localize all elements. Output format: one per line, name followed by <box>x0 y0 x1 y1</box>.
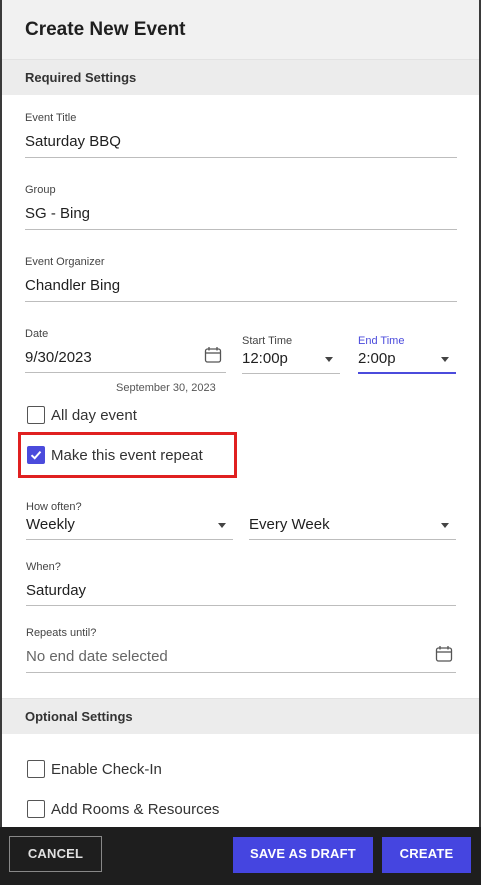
repeats-until-label: Repeats until? <box>26 627 97 639</box>
how-often-select[interactable]: Weekly <box>26 516 75 533</box>
date-label: Date <box>25 328 49 340</box>
how-often-caret-icon[interactable] <box>218 523 226 528</box>
end-time-select[interactable]: 2:00p <box>358 350 396 367</box>
event-title-label: Event Title <box>25 112 77 124</box>
date-input[interactable]: 9/30/2023 <box>25 349 92 366</box>
repeats-until-underline <box>26 672 456 673</box>
organizer-input[interactable]: Chandler Bing <box>25 277 120 294</box>
rooms-label[interactable]: Add Rooms & Resources <box>51 801 219 818</box>
end-time-underline <box>358 372 456 374</box>
organizer-label: Event Organizer <box>25 256 105 268</box>
calendar-icon[interactable] <box>204 346 222 364</box>
rooms-checkbox[interactable] <box>27 800 45 818</box>
interval-select[interactable]: Every Week <box>249 516 330 533</box>
start-time-underline <box>242 373 340 374</box>
group-input[interactable]: SG - Bing <box>25 205 90 222</box>
start-time-select[interactable]: 12:00p <box>242 350 288 367</box>
group-underline <box>25 229 457 230</box>
required-settings-header: Required Settings <box>2 59 479 95</box>
when-label: When? <box>26 561 61 573</box>
how-often-underline <box>26 539 233 540</box>
how-often-label: How often? <box>26 501 82 513</box>
group-label: Group <box>25 184 56 196</box>
all-day-checkbox[interactable] <box>27 406 45 424</box>
start-time-caret-icon[interactable] <box>325 357 333 362</box>
when-underline <box>26 605 456 606</box>
all-day-label[interactable]: All day event <box>51 407 137 424</box>
dialog-title: Create New Event <box>25 19 186 40</box>
interval-caret-icon[interactable] <box>441 523 449 528</box>
create-button[interactable]: CREATE <box>382 837 471 873</box>
date-hint: September 30, 2023 <box>116 382 216 394</box>
optional-settings-label: Optional Settings <box>25 709 133 724</box>
interval-underline <box>249 539 456 540</box>
dialog-footer: CANCEL SAVE AS DRAFT CREATE <box>0 827 481 885</box>
cancel-button[interactable]: CANCEL <box>9 836 102 872</box>
check-in-checkbox[interactable] <box>27 760 45 778</box>
save-as-draft-button[interactable]: SAVE AS DRAFT <box>233 837 373 873</box>
repeat-label[interactable]: Make this event repeat <box>51 447 203 464</box>
create-event-dialog: Create New Event Required Settings Event… <box>2 0 479 885</box>
check-in-label[interactable]: Enable Check-In <box>51 761 162 778</box>
date-underline <box>25 372 226 373</box>
end-time-caret-icon[interactable] <box>441 357 449 362</box>
required-settings-label: Required Settings <box>25 70 137 85</box>
repeats-until-input[interactable]: No end date selected <box>26 648 168 665</box>
checkmark-icon <box>30 450 42 460</box>
organizer-underline <box>25 301 457 302</box>
start-time-label: Start Time <box>242 335 293 347</box>
end-time-label: End Time <box>358 335 405 347</box>
dialog-header: Create New Event <box>2 0 479 60</box>
optional-settings-header: Optional Settings <box>2 698 479 734</box>
event-title-input[interactable]: Saturday BBQ <box>25 133 121 150</box>
repeat-checkbox[interactable] <box>27 446 45 464</box>
repeats-until-calendar-icon[interactable] <box>435 645 453 663</box>
event-title-underline <box>25 157 457 158</box>
when-input[interactable]: Saturday <box>26 582 86 599</box>
